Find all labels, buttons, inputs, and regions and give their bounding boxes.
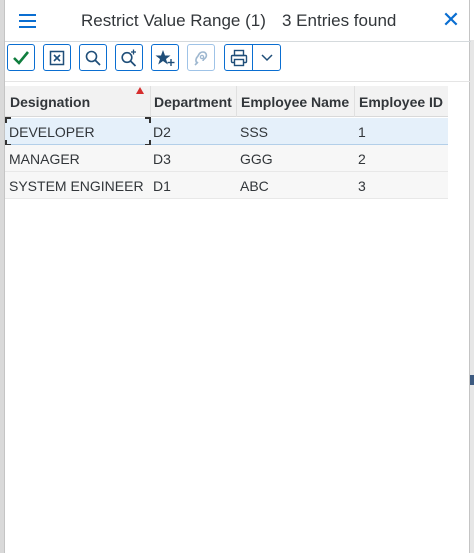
print-dropdown-toggle[interactable] bbox=[253, 45, 280, 70]
cell-employee-id: 2 bbox=[358, 151, 366, 167]
background-marker bbox=[470, 375, 474, 385]
cell-employee-name: ABC bbox=[240, 178, 269, 194]
column-header-designation[interactable]: Designation bbox=[5, 86, 151, 117]
printer-icon bbox=[230, 49, 247, 66]
print-button[interactable] bbox=[225, 45, 253, 70]
table-header: Designation Department Employee Name Emp… bbox=[5, 86, 448, 117]
table-row[interactable]: MANAGER D3 GGG 2 bbox=[5, 145, 448, 172]
hamburger-menu-icon[interactable] bbox=[18, 12, 38, 30]
cell-focus-corner bbox=[145, 117, 151, 123]
column-header-employee-id[interactable]: Employee ID bbox=[355, 86, 448, 117]
cancel-box-icon bbox=[49, 50, 65, 65]
confirm-button[interactable] bbox=[7, 44, 35, 71]
cell-employee-name: SSS bbox=[240, 124, 269, 140]
cell-designation: SYSTEM ENGINEER bbox=[9, 178, 144, 194]
cell-department: D3 bbox=[153, 151, 171, 167]
sort-ascending-icon bbox=[136, 87, 144, 94]
column-header-employee-name[interactable]: Employee Name bbox=[237, 86, 355, 117]
cell-employee-name: GGG bbox=[240, 151, 273, 167]
cell-designation: DEVELOPER bbox=[9, 124, 95, 140]
column-header-label: Employee Name bbox=[241, 94, 350, 110]
search-icon bbox=[85, 50, 101, 66]
column-header-department[interactable]: Department bbox=[151, 86, 237, 117]
table-row[interactable]: SYSTEM ENGINEER D1 ABC 3 bbox=[5, 172, 448, 199]
dialog-title-bar: Restrict Value Range (1) 3 Entries found… bbox=[5, 0, 471, 42]
cell-designation: MANAGER bbox=[9, 151, 80, 167]
print-menu-button[interactable] bbox=[224, 44, 281, 71]
background-app-edge-right bbox=[470, 40, 474, 553]
column-header-label: Department bbox=[154, 94, 232, 110]
help-button[interactable] bbox=[187, 44, 215, 71]
cell-employee-id: 3 bbox=[358, 178, 366, 194]
table-row[interactable]: DEVELOPER D2 SSS 1 bbox=[5, 117, 448, 146]
cell-department: D2 bbox=[153, 124, 171, 140]
search-more-button[interactable] bbox=[115, 44, 143, 71]
search-plus-icon bbox=[121, 49, 137, 67]
cell-employee-id: 1 bbox=[358, 124, 366, 140]
close-icon[interactable]: ✕ bbox=[441, 10, 461, 32]
cell-focus-corner bbox=[5, 117, 11, 123]
value-help-dialog: Restrict Value Range (1) 3 Entries found… bbox=[4, 0, 471, 553]
column-header-label: Designation bbox=[10, 94, 91, 110]
dialog-toolbar bbox=[5, 42, 471, 82]
entries-found-count: 3 Entries found bbox=[282, 11, 397, 30]
hearing-help-icon bbox=[194, 50, 208, 66]
search-button[interactable] bbox=[79, 44, 107, 71]
checkmark-icon bbox=[13, 50, 30, 65]
cancel-button[interactable] bbox=[43, 44, 71, 71]
chevron-down-icon bbox=[260, 53, 273, 61]
add-favorite-button[interactable] bbox=[151, 44, 179, 71]
column-header-label: Employee ID bbox=[359, 94, 444, 110]
cell-department: D1 bbox=[153, 178, 171, 194]
dialog-title: Restrict Value Range (1) bbox=[81, 11, 266, 30]
star-add-icon bbox=[155, 49, 175, 66]
